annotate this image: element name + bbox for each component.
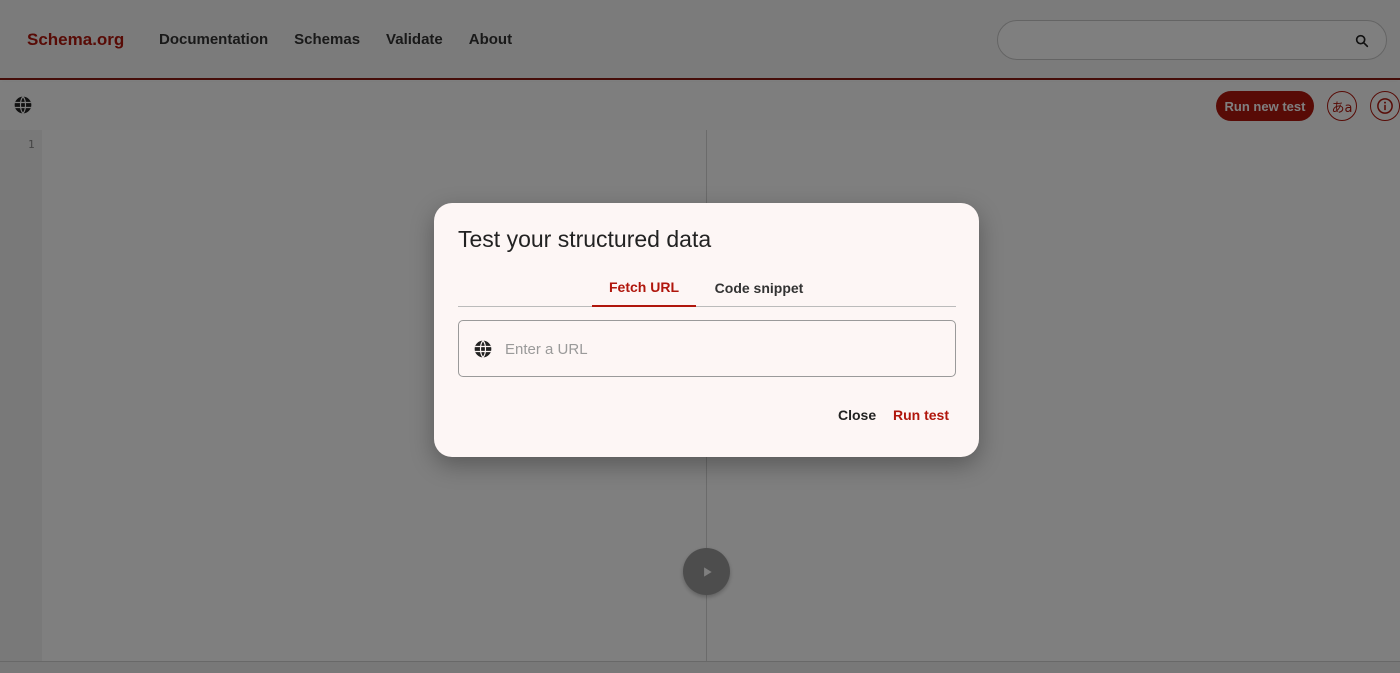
run-test-button[interactable]: Run test <box>893 407 949 423</box>
dialog-title: Test your structured data <box>458 226 712 252</box>
dialog-tabs: Fetch URL Code snippet <box>458 268 956 307</box>
tab-fetch-url[interactable]: Fetch URL <box>592 268 696 307</box>
globe-icon <box>474 340 492 358</box>
test-dialog: Test your structured data Fetch URL Code… <box>434 203 979 457</box>
url-input[interactable] <box>505 338 935 360</box>
tab-code-snippet[interactable]: Code snippet <box>704 268 814 307</box>
close-button[interactable]: Close <box>838 407 876 423</box>
url-field <box>458 320 956 377</box>
